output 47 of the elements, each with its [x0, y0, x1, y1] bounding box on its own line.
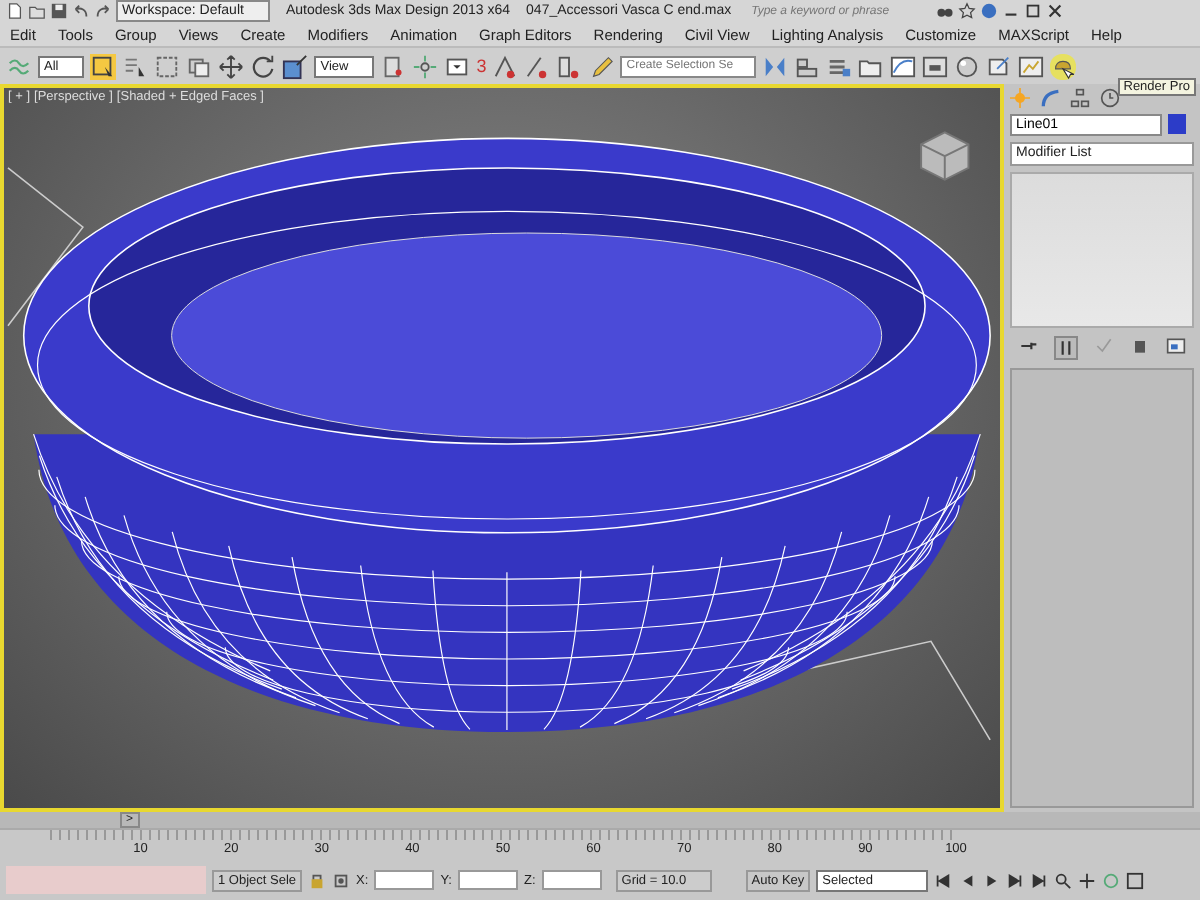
spinner-snap-icon[interactable]: [556, 53, 583, 80]
curve-editor-icon[interactable]: [890, 53, 917, 80]
rectangle-region-icon[interactable]: [154, 53, 181, 80]
y-coordinate-field[interactable]: [457, 870, 518, 891]
angle-snap-icon[interactable]: [492, 53, 519, 80]
next-frame-icon[interactable]: [1006, 871, 1025, 890]
previous-frame-icon[interactable]: [958, 871, 977, 890]
go-to-start-icon[interactable]: [934, 871, 953, 890]
zoom-icon[interactable]: [1054, 871, 1073, 890]
pan-icon[interactable]: [1078, 871, 1097, 890]
maximize-icon[interactable]: [1023, 2, 1042, 21]
play-icon[interactable]: [982, 871, 1001, 890]
configure-icon[interactable]: [1166, 335, 1186, 356]
undo-icon[interactable]: [72, 2, 90, 21]
close-icon[interactable]: [1045, 2, 1064, 21]
go-to-end-icon[interactable]: [1030, 871, 1049, 890]
star-icon[interactable]: [957, 2, 976, 21]
selection-lock-icon[interactable]: [308, 871, 327, 890]
window-crossing-icon[interactable]: [186, 53, 213, 80]
open-folder-icon[interactable]: [28, 2, 46, 21]
remove-modifier-icon[interactable]: [1130, 335, 1150, 356]
object-color-swatch[interactable]: [1168, 114, 1186, 135]
manipulate-icon[interactable]: [412, 53, 439, 80]
checkmark-icon[interactable]: [1094, 335, 1114, 356]
clock-icon[interactable]: [1100, 87, 1120, 108]
rendered-frame-icon[interactable]: [1018, 53, 1045, 80]
maximize-viewport-icon[interactable]: [1126, 871, 1145, 890]
pivot-icon[interactable]: [380, 53, 407, 80]
save-icon[interactable]: [50, 2, 68, 21]
x-coordinate-field[interactable]: [374, 870, 435, 891]
select-by-name-icon[interactable]: [122, 53, 149, 80]
move-icon[interactable]: [218, 53, 245, 80]
modify-tab-icon[interactable]: [1040, 87, 1060, 108]
hierarchy-tab-icon[interactable]: [1070, 87, 1090, 108]
select-object-icon[interactable]: [90, 53, 117, 80]
show-end-result-icon[interactable]: [1054, 335, 1078, 360]
percent-snap-icon[interactable]: [524, 53, 551, 80]
viewcube-icon[interactable]: [920, 131, 970, 181]
new-file-icon[interactable]: [6, 2, 24, 21]
rotate-icon[interactable]: [250, 53, 277, 80]
scale-icon[interactable]: [282, 53, 309, 80]
material-editor-icon[interactable]: [954, 53, 981, 80]
z-coordinate-field[interactable]: [541, 870, 602, 891]
redo-icon[interactable]: [94, 2, 112, 21]
align-icon[interactable]: [794, 53, 821, 80]
absolute-mode-icon[interactable]: [332, 871, 351, 890]
render-setup-icon[interactable]: [986, 53, 1013, 80]
